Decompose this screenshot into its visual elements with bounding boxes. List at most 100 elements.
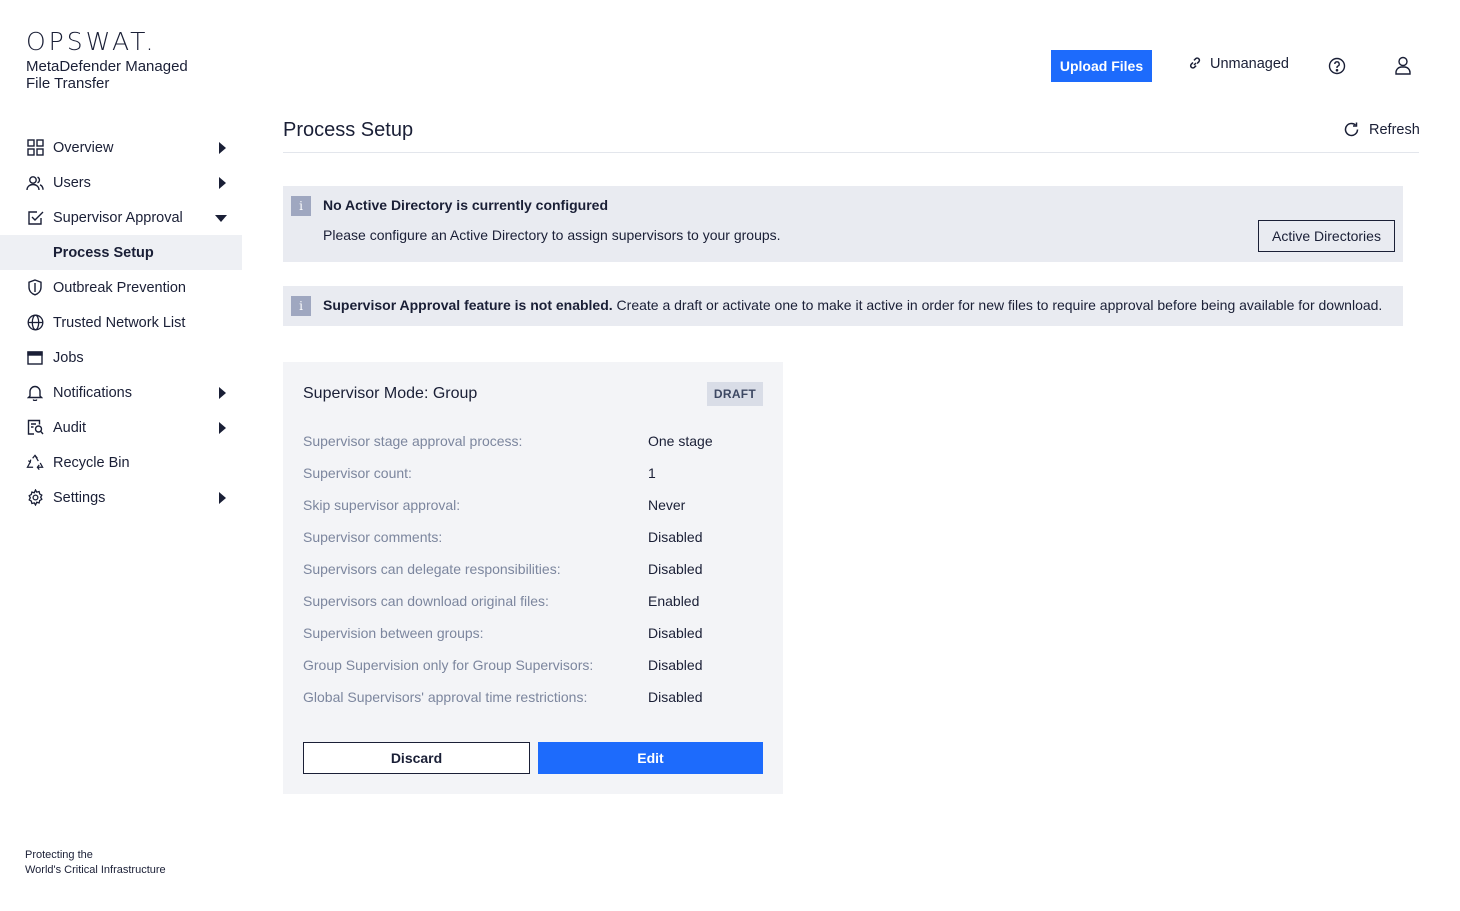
refresh-icon bbox=[1343, 121, 1360, 138]
opswat-logo[interactable]: OPSWAT. bbox=[26, 29, 216, 54]
alert-text: Create a draft or activate one to make i… bbox=[612, 297, 1383, 313]
recycle-icon bbox=[26, 454, 44, 472]
sidebar-item-label: Notifications bbox=[53, 384, 132, 401]
audit-icon bbox=[26, 419, 44, 437]
sidebar-item-label: Outbreak Prevention bbox=[53, 279, 186, 296]
sidebar-item-outbreak-prevention[interactable]: Outbreak Prevention bbox=[0, 270, 242, 305]
property-value: Disabled bbox=[648, 529, 703, 545]
property-row: Skip supervisor approval: Never bbox=[303, 489, 763, 521]
sidebar-item-process-setup[interactable]: Process Setup bbox=[0, 235, 242, 270]
info-icon: i bbox=[291, 196, 311, 216]
property-value: Disabled bbox=[648, 561, 703, 577]
header-divider bbox=[283, 152, 1419, 153]
supervisor-mode-card: Supervisor Mode: Group DRAFT Supervisor … bbox=[283, 362, 783, 794]
card-title: Supervisor Mode: Group bbox=[303, 385, 478, 402]
property-row: Supervisor count: 1 bbox=[303, 457, 763, 489]
tagline-line-2: World's Critical Infrastructure bbox=[25, 864, 166, 876]
property-value: One stage bbox=[648, 433, 713, 449]
sidebar-item-label: Process Setup bbox=[53, 244, 154, 261]
unmanaged-label: Unmanaged bbox=[1210, 56, 1289, 72]
property-row: Supervision between groups: Disabled bbox=[303, 617, 763, 649]
info-icon: i bbox=[291, 296, 311, 316]
caret-right-icon bbox=[219, 177, 226, 189]
property-value: Disabled bbox=[648, 625, 703, 641]
property-row: Supervisor comments: Disabled bbox=[303, 521, 763, 553]
tagline-line-1: Protecting the bbox=[25, 849, 93, 861]
alert-title: No Active Directory is currently configu… bbox=[323, 197, 608, 213]
bell-icon bbox=[26, 384, 44, 402]
alert-no-active-directory: i No Active Directory is currently confi… bbox=[283, 186, 1403, 262]
product-name: MetaDefender Managed File Transfer bbox=[26, 58, 188, 92]
property-value: Disabled bbox=[648, 657, 703, 673]
caret-right-icon bbox=[219, 422, 226, 434]
property-row: Supervisors can delegate responsibilitie… bbox=[303, 553, 763, 585]
property-value: Enabled bbox=[648, 593, 700, 609]
caret-down-icon bbox=[215, 215, 227, 222]
checkbox-icon bbox=[26, 209, 44, 227]
alert-message: Supervisor Approval feature is not enabl… bbox=[323, 297, 1382, 313]
grid-icon bbox=[26, 139, 44, 157]
property-list: Supervisor stage approval process: One s… bbox=[303, 425, 763, 713]
refresh-label: Refresh bbox=[1369, 121, 1420, 138]
brand: OPSWAT. MetaDefender Managed File Transf… bbox=[26, 29, 216, 92]
shield-icon bbox=[26, 279, 44, 297]
property-row: Group Supervision only for Group Supervi… bbox=[303, 649, 763, 681]
property-value: 1 bbox=[648, 465, 656, 481]
caret-right-icon bbox=[219, 142, 226, 154]
caret-right-icon bbox=[219, 492, 226, 504]
link-icon bbox=[1188, 57, 1202, 71]
sidebar-item-settings[interactable]: Settings bbox=[0, 480, 242, 515]
property-row: Supervisors can download original files:… bbox=[303, 585, 763, 617]
property-label: Supervisor count: bbox=[303, 465, 412, 481]
property-row: Supervisor stage approval process: One s… bbox=[303, 425, 763, 457]
discard-button[interactable]: Discard bbox=[303, 742, 530, 774]
property-label: Group Supervision only for Group Supervi… bbox=[303, 657, 594, 673]
page-title: Process Setup bbox=[283, 119, 414, 141]
sidebar-item-supervisor-approval[interactable]: Supervisor Approval bbox=[0, 200, 242, 235]
property-label: Supervisor stage approval process: bbox=[303, 433, 523, 449]
sidebar-item-label: Recycle Bin bbox=[53, 454, 130, 471]
edit-button[interactable]: Edit bbox=[538, 742, 763, 774]
property-label: Global Supervisors' approval time restri… bbox=[303, 689, 588, 705]
property-value: Disabled bbox=[648, 689, 703, 705]
sidebar-item-label: Jobs bbox=[53, 349, 84, 366]
sidebar-item-label: Supervisor Approval bbox=[53, 209, 183, 226]
active-directories-button[interactable]: Active Directories bbox=[1258, 220, 1395, 252]
sidebar: OPSWAT. MetaDefender Managed File Transf… bbox=[0, 0, 242, 911]
sidebar-item-label: Audit bbox=[53, 419, 87, 436]
property-label: Supervisors can delegate responsibilitie… bbox=[303, 561, 561, 577]
property-label: Supervisor comments: bbox=[303, 529, 443, 545]
window-icon bbox=[26, 349, 44, 367]
sidebar-nav: Overview Users Supervisor Approval Proce… bbox=[0, 130, 242, 515]
caret-right-icon bbox=[219, 387, 226, 399]
alert-bold-text: Supervisor Approval feature is not enabl… bbox=[323, 297, 613, 313]
alert-text: Please configure an Active Directory to … bbox=[323, 227, 781, 243]
upload-files-button[interactable]: Upload Files bbox=[1051, 50, 1152, 82]
sidebar-item-notifications[interactable]: Notifications bbox=[0, 375, 242, 410]
sidebar-item-audit[interactable]: Audit bbox=[0, 410, 242, 445]
sidebar-item-overview[interactable]: Overview bbox=[0, 130, 242, 165]
sidebar-item-label: Trusted Network List bbox=[53, 314, 186, 331]
sidebar-item-label: Users bbox=[53, 174, 91, 191]
sidebar-item-label: Settings bbox=[53, 489, 106, 506]
sidebar-item-label: Overview bbox=[53, 139, 114, 156]
property-row: Global Supervisors' approval time restri… bbox=[303, 681, 763, 713]
property-label: Supervisors can download original files: bbox=[303, 593, 549, 609]
sidebar-item-recycle-bin[interactable]: Recycle Bin bbox=[0, 445, 242, 480]
tagline: Protecting the World's Critical Infrastr… bbox=[25, 848, 166, 878]
user-icon[interactable] bbox=[1394, 56, 1412, 80]
property-label: Skip supervisor approval: bbox=[303, 497, 461, 513]
property-value: Never bbox=[648, 497, 686, 513]
users-icon bbox=[26, 174, 44, 192]
alert-feature-not-enabled: i Supervisor Approval feature is not ena… bbox=[283, 286, 1403, 326]
gear-icon bbox=[26, 489, 44, 507]
status-badge: DRAFT bbox=[707, 382, 763, 406]
refresh-button[interactable]: Refresh bbox=[1343, 121, 1420, 138]
sidebar-item-users[interactable]: Users bbox=[0, 165, 242, 200]
unmanaged-link[interactable]: Unmanaged bbox=[1188, 56, 1289, 72]
sidebar-item-trusted-network-list[interactable]: Trusted Network List bbox=[0, 305, 242, 340]
sidebar-item-jobs[interactable]: Jobs bbox=[0, 340, 242, 375]
property-label: Supervision between groups: bbox=[303, 625, 484, 641]
globe-icon bbox=[26, 314, 44, 332]
help-icon[interactable] bbox=[1328, 57, 1346, 80]
